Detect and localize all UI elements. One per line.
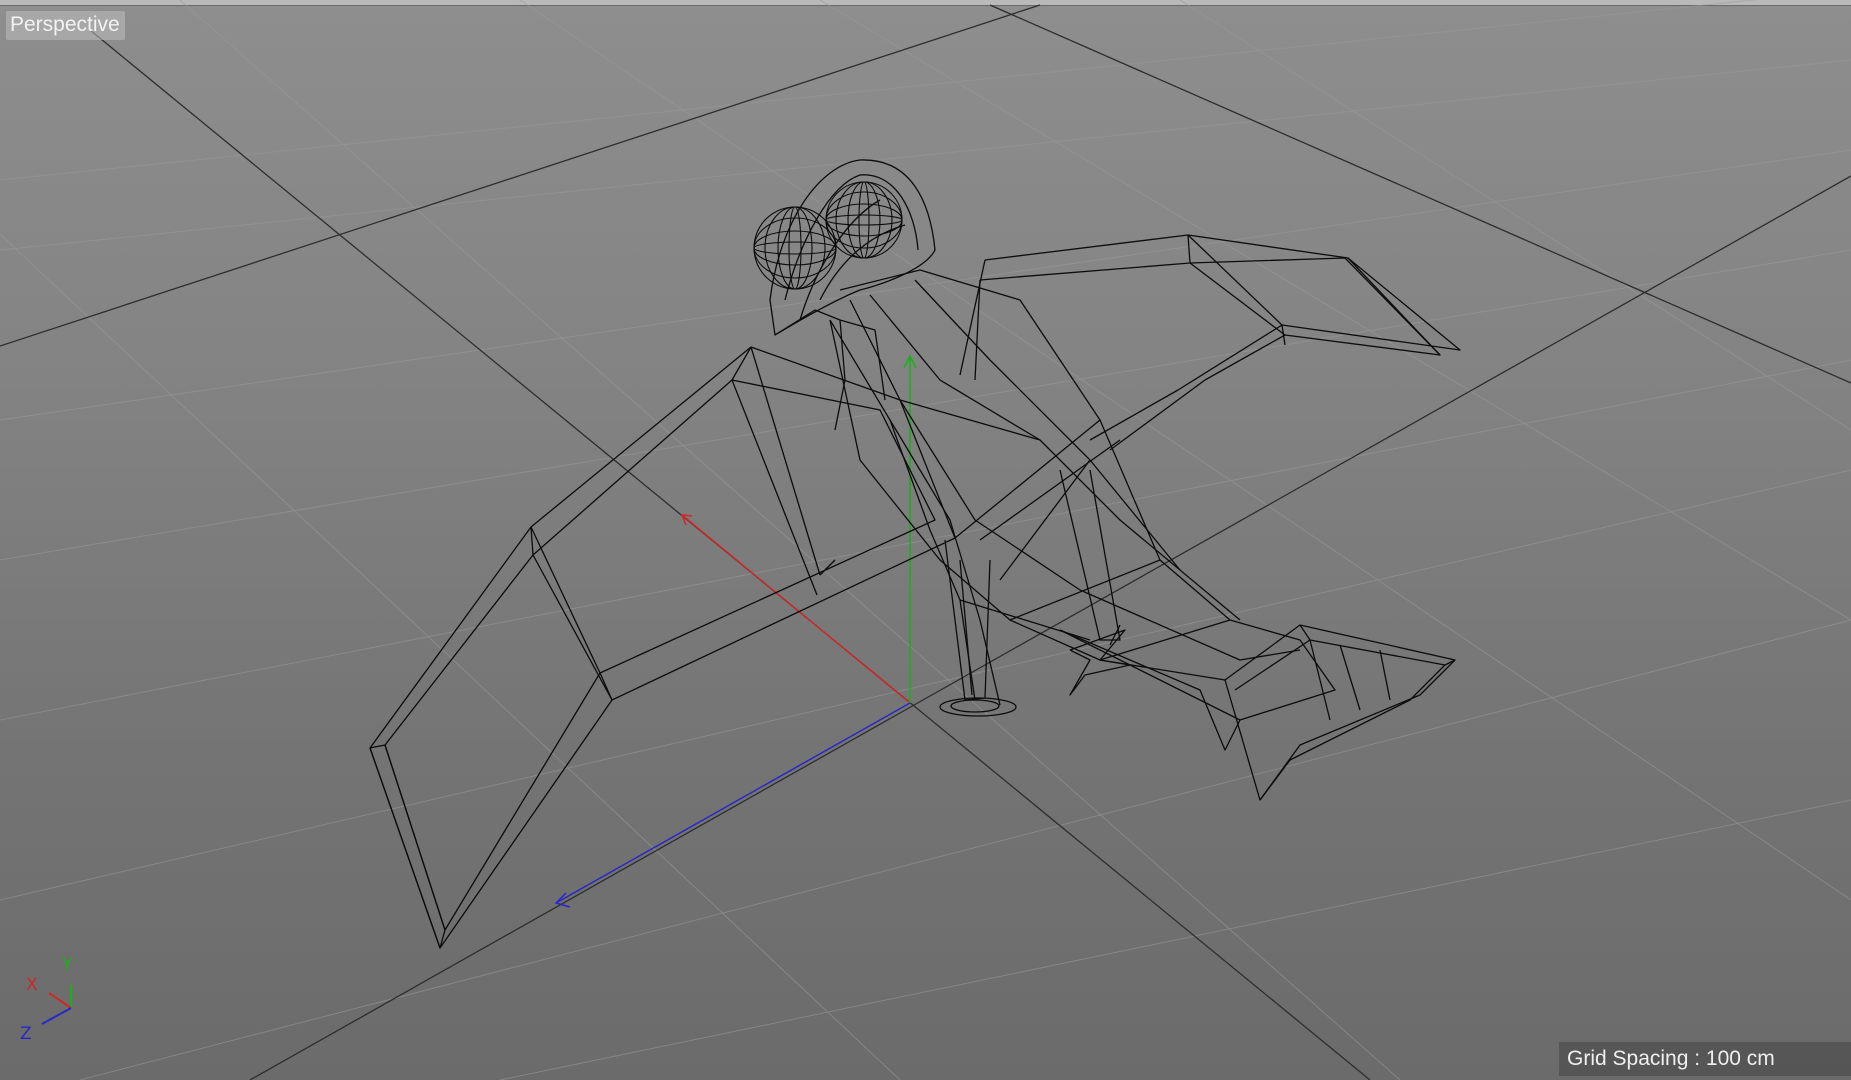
- bird-wireframe[interactable]: [369, 159, 1461, 949]
- grid-spacing-readout: Grid Spacing : 100 cm: [1559, 1042, 1851, 1076]
- eye-left-mesh: [753, 206, 837, 290]
- gizmo-y-label: Y: [61, 955, 73, 975]
- left-wing-mesh: [369, 346, 956, 949]
- floor-grid: [0, 0, 1851, 1080]
- world-axes: [554, 354, 917, 908]
- right-wing-mesh: [959, 234, 1461, 451]
- gizmo-z-label: Z: [20, 1024, 32, 1044]
- gizmo-x-label: X: [26, 975, 38, 995]
- axis-gizmo: Y X Z: [20, 955, 73, 1044]
- eye-right-mesh: [825, 181, 903, 259]
- camera-view-label[interactable]: Perspective: [6, 11, 125, 40]
- perspective-viewport[interactable]: Y X Z Perspective Grid Spacing : 100 cm: [0, 0, 1851, 1080]
- viewport-scene[interactable]: Y X Z: [0, 0, 1851, 1080]
- world-axis-z: [555, 702, 911, 904]
- legs-mesh: [939, 469, 1131, 717]
